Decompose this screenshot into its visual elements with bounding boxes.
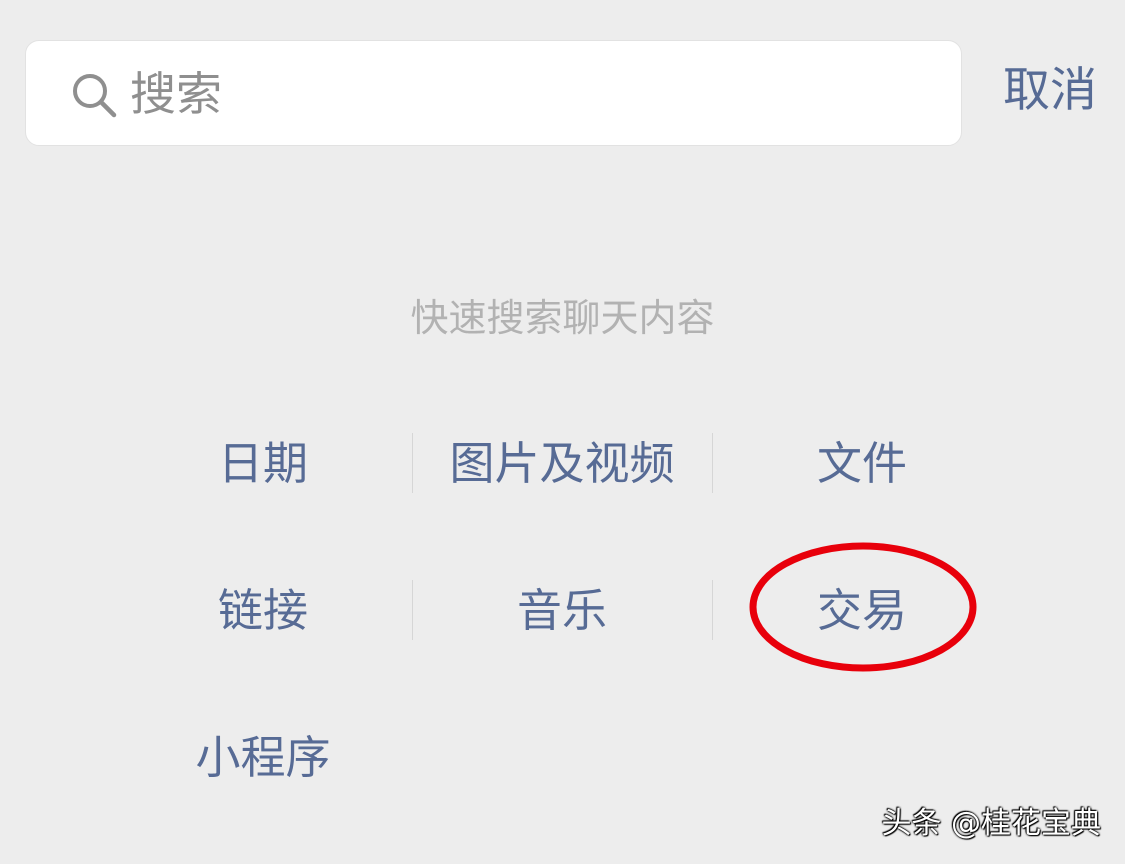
category-date[interactable]: 日期 [113, 429, 413, 499]
category-transactions[interactable]: 交易 [712, 576, 1012, 646]
cancel-button[interactable]: 取消 [980, 55, 1120, 127]
watermark: 头条 @桂花宝典 [881, 806, 1101, 841]
search-hint: 快速搜索聊天内容 [410, 296, 715, 340]
search-bar[interactable] [25, 40, 962, 146]
search-icon [73, 74, 117, 118]
category-music[interactable]: 音乐 [412, 576, 712, 646]
category-mini-programs[interactable]: 小程序 [113, 723, 413, 793]
search-input[interactable] [130, 59, 930, 129]
category-links[interactable]: 链接 [113, 576, 413, 646]
category-files[interactable]: 文件 [712, 429, 1012, 499]
category-images-videos[interactable]: 图片及视频 [412, 429, 712, 499]
